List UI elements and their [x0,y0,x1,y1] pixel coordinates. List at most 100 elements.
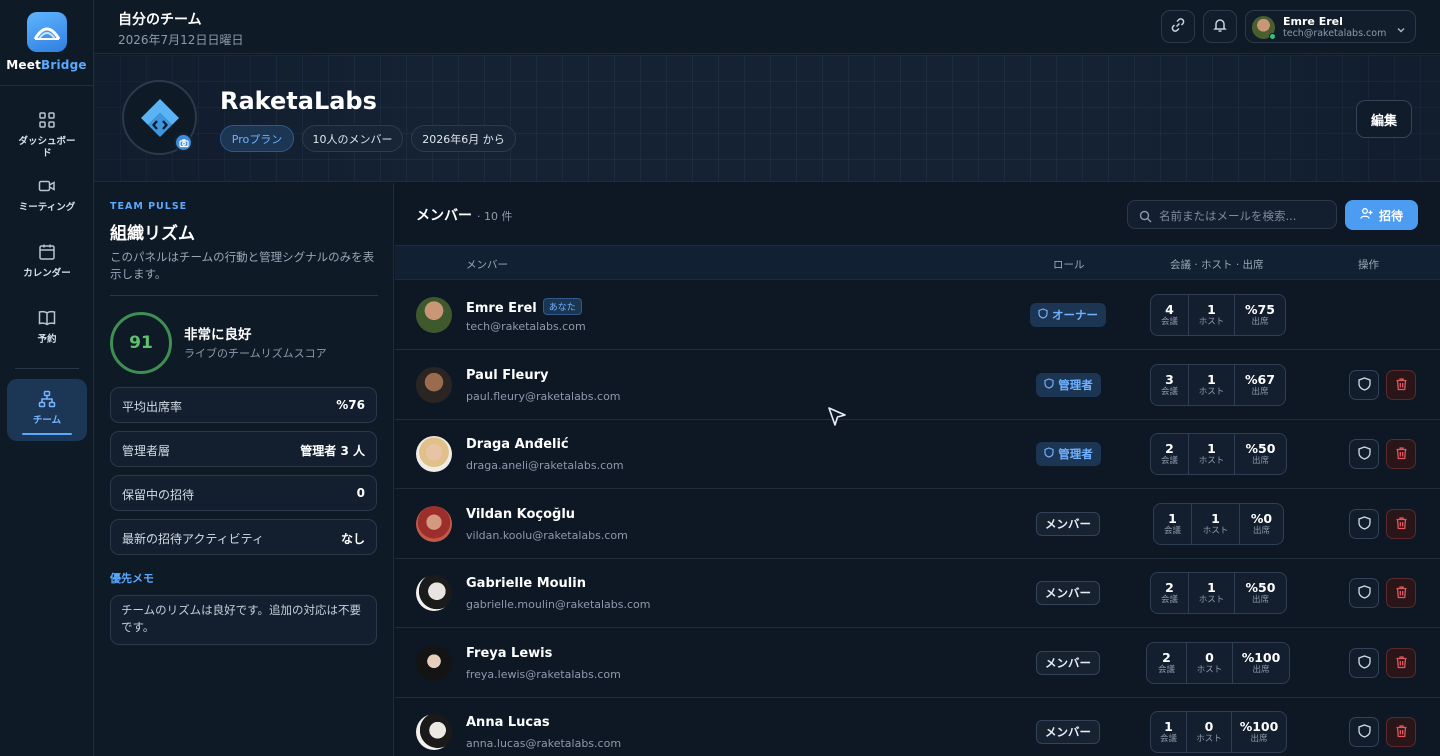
member-search-input[interactable]: 名前またはメールを検索... [1127,200,1337,229]
shield-icon [1044,447,1054,461]
calendar-icon [37,242,57,262]
remove-member-button[interactable] [1386,648,1416,678]
attendance-label: 出席 [1251,595,1269,605]
member-name: Gabrielle Moulin [466,576,586,591]
sidebar-item-calendar[interactable]: カレンダー [0,236,94,302]
member-stats: 2 会議 1 ホスト %50 出席 [1150,433,1287,475]
add-user-icon [1360,207,1373,223]
sidebar-item-label: チーム [32,415,62,426]
member-stats: 2 会議 0 ホスト %100 出席 [1146,642,1290,684]
stat-key: 平均出席率 [122,400,183,414]
change-logo-button[interactable] [174,133,193,152]
meetings-label: 会議 [1163,526,1181,536]
page-title: 自分のチーム [118,12,202,28]
meetings-count: 2 [1165,441,1174,456]
table-row[interactable]: Anna Lucas anna.lucas@raketalabs.com メンバ… [395,697,1440,756]
remove-member-button[interactable] [1386,509,1416,539]
host-count: 1 [1207,580,1216,595]
edit-team-button[interactable]: 編集 [1356,100,1412,138]
meetings-count: 1 [1168,511,1177,526]
member-email: tech@raketalabs.com [466,320,586,333]
avatar [416,367,452,403]
change-role-button[interactable] [1349,717,1379,747]
remove-member-button[interactable] [1386,578,1416,608]
app-root: MeetBridge ダッシュボード ミーティング カレンダー 予約 チーム 自… [0,0,1440,756]
col-actions: 操作 [1358,259,1379,271]
meetings-label: 会議 [1160,456,1178,466]
sidebar-item-label: ダッシュボード [18,136,76,159]
user-name: Emre Erel [1283,15,1343,28]
table-row[interactable]: Draga Anđelić draga.aneli@raketalabs.com… [395,419,1440,489]
score-label: 非常に良好 [184,327,252,343]
remove-member-button[interactable] [1386,717,1416,747]
change-role-button[interactable] [1349,509,1379,539]
member-stats: 1 会議 0 ホスト %100 出席 [1150,711,1287,753]
shield-icon [1357,515,1371,534]
attendance-value: %50 [1245,441,1276,456]
sidebar-item-bookings[interactable]: 予約 [0,302,94,368]
trash-icon [1395,515,1408,534]
attendance-value: %100 [1241,650,1281,665]
brand-name: MeetBridge [6,58,87,72]
meetings-label: 会議 [1160,595,1178,605]
notifications-button[interactable] [1203,10,1237,43]
bridge-logo-icon [26,12,67,52]
member-stats: 3 会議 1 ホスト %67 出席 [1150,364,1286,406]
member-name: Emre Erel あなた [466,298,582,316]
avatar [416,714,452,750]
copy-link-button[interactable] [1161,10,1195,43]
member-name: Freya Lewis [466,646,553,661]
meetings-count: 3 [1165,372,1174,387]
members-panel: メンバー · 10 件 名前またはメールを検索... 招待 メンバー ロール 会… [395,183,1440,756]
member-email: freya.lewis@raketalabs.com [466,668,621,681]
col-stats: 会議 · ホスト · 出席 [1170,259,1264,271]
attendance-value: %0 [1250,511,1273,526]
host-count: 1 [1207,302,1216,317]
attendance-label: 出席 [1250,734,1268,744]
since-date-badge: 2026年6月 から [411,125,516,152]
stat-latest-invite-activity: 最新の招待アクティビティ なし [110,519,377,555]
change-role-button[interactable] [1349,648,1379,678]
table-row[interactable]: Freya Lewis freya.lewis@raketalabs.com メ… [395,628,1440,698]
host-count: 1 [1207,372,1216,387]
meetings-label: 会議 [1160,387,1178,397]
stat-value: 管理者 3 人 [300,444,365,458]
change-role-button[interactable] [1349,578,1379,608]
meetings-label: 会議 [1160,317,1178,327]
remove-member-button[interactable] [1386,370,1416,400]
member-name: Anna Lucas [466,715,550,730]
sidebar-item-label: カレンダー [23,268,71,279]
table-row[interactable]: Paul Fleury paul.fleury@raketalabs.com 管… [395,350,1440,420]
sidebar-item-meetings[interactable]: ミーティング [0,170,94,236]
table-row[interactable]: Gabrielle Moulin gabrielle.moulin@raketa… [395,558,1440,628]
avatar [416,575,452,611]
role-badge: メンバー [1036,512,1100,536]
sidebar-nav: ダッシュボード ミーティング カレンダー 予約 チーム [0,86,93,441]
attendance-value: %67 [1245,372,1275,387]
role-badge: 管理者 [1036,442,1101,466]
panel-title: 組織リズム [110,224,195,244]
table-row[interactable]: Vildan Koçoğlu vildan.koolu@raketalabs.c… [395,489,1440,559]
sidebar-item-team[interactable]: チーム [7,379,87,441]
meetings-label: 会議 [1157,665,1175,675]
member-email: draga.aneli@raketalabs.com [466,459,624,472]
user-menu[interactable]: Emre Erel tech@raketalabs.com [1245,10,1416,43]
avatar [416,645,452,681]
change-role-button[interactable] [1349,439,1379,469]
invite-button[interactable]: 招待 [1345,200,1418,230]
table-row[interactable]: Emre Erel あなた tech@raketalabs.com オーナー 4会… [395,280,1440,350]
avatar [416,506,452,542]
trash-icon [1395,584,1408,603]
change-role-button[interactable] [1349,370,1379,400]
attendance-value: %75 [1245,302,1275,317]
member-email: anna.lucas@raketalabs.com [466,737,622,750]
brand-logo[interactable]: MeetBridge [0,0,93,86]
sidebar-item-dashboard[interactable]: ダッシュボード [0,104,94,170]
trash-icon [1395,723,1408,742]
role-badge: オーナー [1030,303,1106,327]
score-ring: 91 [110,312,172,374]
attendance-value: %100 [1239,719,1279,734]
host-label: ホスト [1198,387,1225,397]
trash-icon [1395,445,1408,464]
remove-member-button[interactable] [1386,439,1416,469]
